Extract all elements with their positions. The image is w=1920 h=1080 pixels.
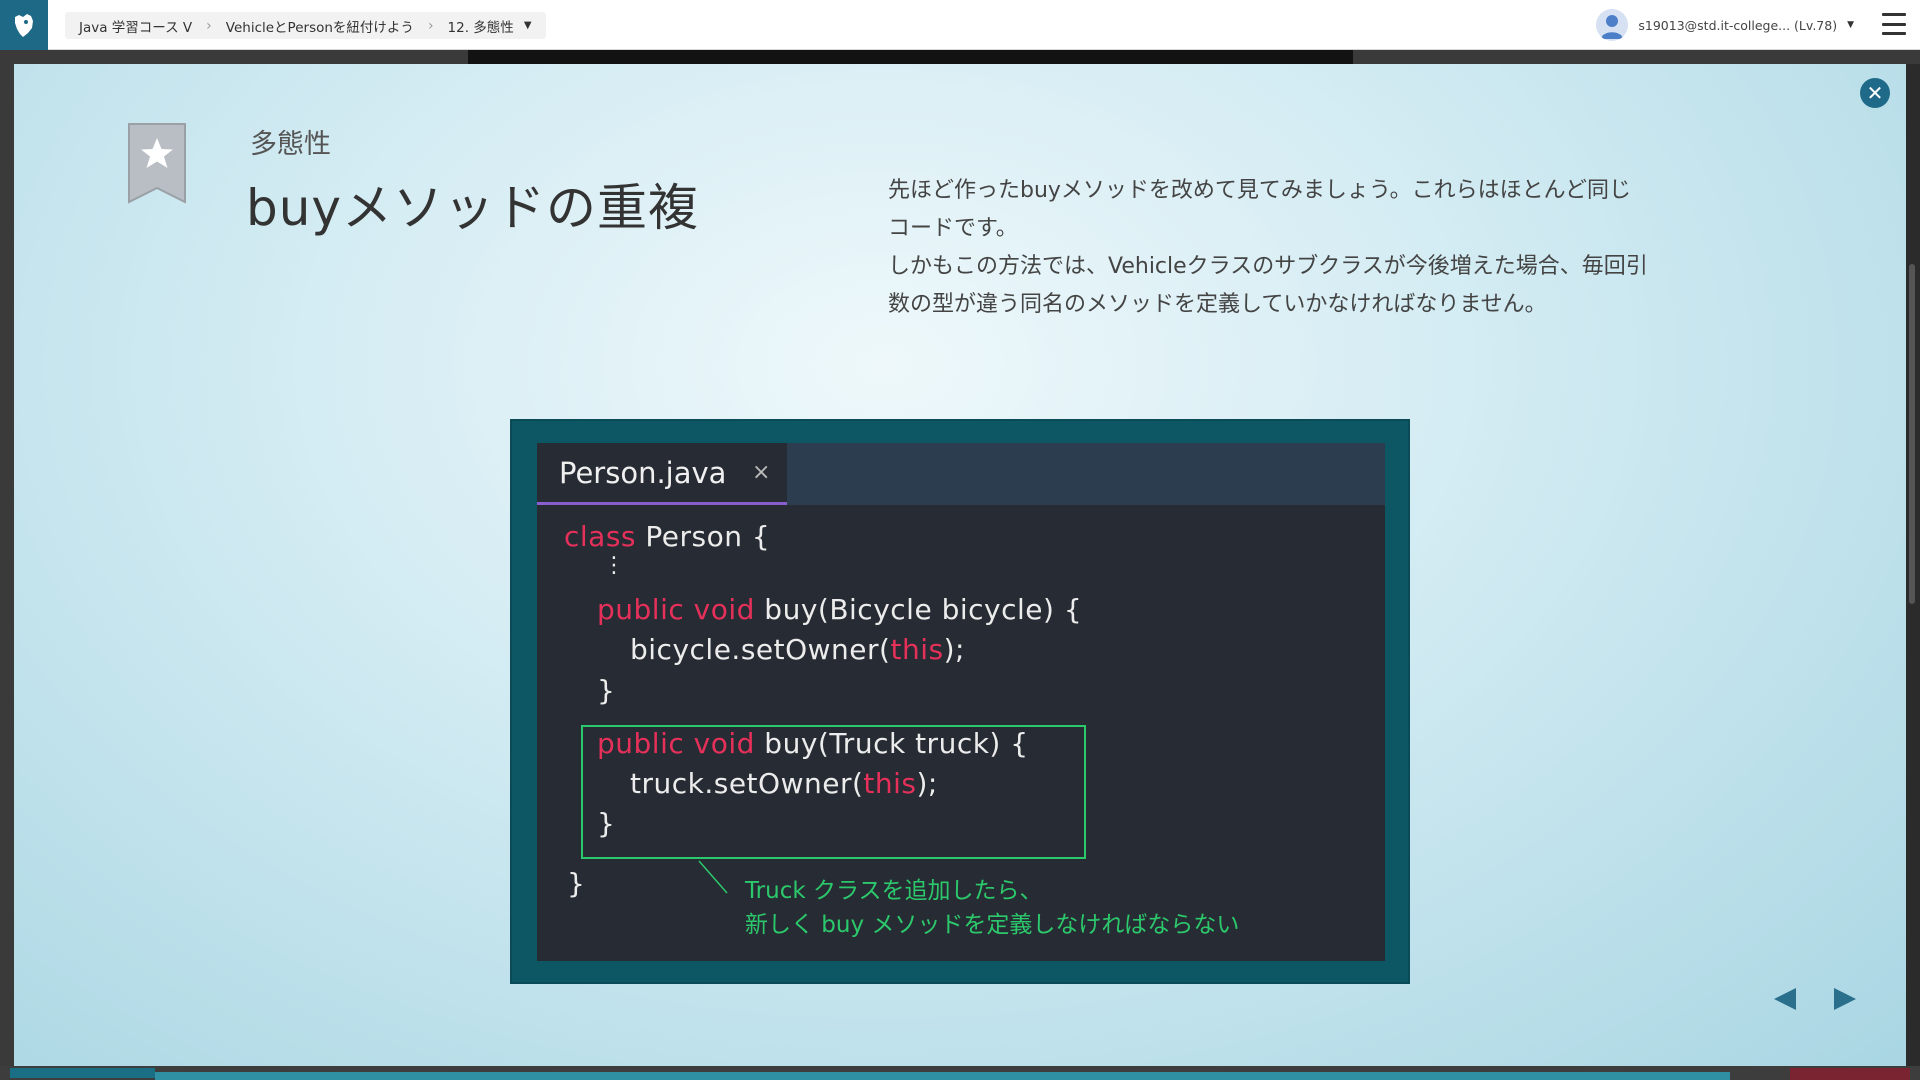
top-bar: Java 学習コース V › VehicleとPersonを紐付けよう › 12… <box>0 0 1920 50</box>
slide-description: 先ほど作ったbuyメソッドを改めて見てみましょう。これらはほとんど同じ コードで… <box>888 172 1748 324</box>
bookmark-star-icon[interactable] <box>127 122 187 204</box>
code-line: public void buy(Truck truck) { <box>597 727 1029 760</box>
code-line: class Person { <box>564 520 771 553</box>
code-line: public void buy(Bicycle bicycle) { <box>597 593 1083 626</box>
lesson-slide: ✕ 多態性 buyメソッドの重複 先ほど作ったbuyメソッドを改めて見てみましょ… <box>14 64 1906 1066</box>
code-line: } <box>597 674 616 707</box>
close-icon[interactable]: ✕ <box>1860 78 1890 108</box>
code-editor: Person.java × class Person { ⋮ public vo… <box>537 443 1385 961</box>
code-figure: Person.java × class Person { ⋮ public vo… <box>510 419 1410 984</box>
chevron-right-icon: › <box>206 17 212 34</box>
hamburger-menu-icon[interactable] <box>1882 13 1906 35</box>
breadcrumb-item-course[interactable]: Java 学習コース V <box>79 16 192 36</box>
tab-close-icon: × <box>752 460 771 485</box>
code-line: ⋮ <box>603 553 626 578</box>
code-body: class Person { ⋮ public void buy(Bicycle… <box>537 505 1385 961</box>
user-name[interactable]: s19013@std.it-college... (Lv.78) <box>1638 18 1837 33</box>
breadcrumb-item-section[interactable]: 12. 多態性 <box>448 16 514 36</box>
caret-down-icon[interactable]: ▼ <box>1847 20 1854 30</box>
description-line: 数の型が違う同名のメソッドを定義していかなければなりません。 <box>888 292 1547 317</box>
tab-person-java: Person.java × <box>537 443 787 505</box>
code-line: truck.setOwner(this); <box>630 767 938 800</box>
logo-icon[interactable] <box>0 0 48 50</box>
code-line: bicycle.setOwner(this); <box>630 633 965 666</box>
callout-note-line: Truck クラスを追加したら、 <box>745 878 1043 904</box>
tab-label: Person.java <box>559 455 727 490</box>
backdrop-strip <box>468 50 1353 64</box>
description-line: しかもこの方法では、Vehicleクラスのサブクラスが今後増えた場合、毎回引 <box>888 254 1648 279</box>
user-menu[interactable]: s19013@std.it-college... (Lv.78) ▼ <box>1596 8 1854 42</box>
code-line: } <box>597 807 616 840</box>
prev-arrow-icon[interactable] <box>1772 986 1798 1012</box>
scrollbar-thumb[interactable] <box>1909 264 1915 604</box>
editor-tab-bar: Person.java × <box>537 443 1385 505</box>
breadcrumb: Java 学習コース V › VehicleとPersonを紐付けよう › 12… <box>65 12 546 39</box>
progress-bar <box>155 1072 1730 1080</box>
breadcrumb-item-lesson[interactable]: VehicleとPersonを紐付けよう <box>226 16 414 36</box>
callout-note-line: 新しく buy メソッドを定義しなければならない <box>745 912 1240 938</box>
slide-title: buyメソッドの重複 <box>246 179 700 237</box>
avatar[interactable] <box>1596 9 1629 41</box>
description-line: コードです。 <box>888 216 1018 241</box>
bottom-bar <box>0 1066 1920 1080</box>
next-arrow-icon[interactable] <box>1832 986 1858 1012</box>
slide-subtitle: 多態性 <box>250 129 331 160</box>
caret-down-icon[interactable]: ▼ <box>524 20 532 31</box>
chevron-right-icon: › <box>427 17 434 34</box>
code-line: } <box>567 867 586 900</box>
callout-line <box>698 860 728 894</box>
scrollbar[interactable] <box>1906 64 1920 1066</box>
description-line: 先ほど作ったbuyメソッドを改めて見てみましょう。これらはほとんど同じ <box>888 178 1631 203</box>
